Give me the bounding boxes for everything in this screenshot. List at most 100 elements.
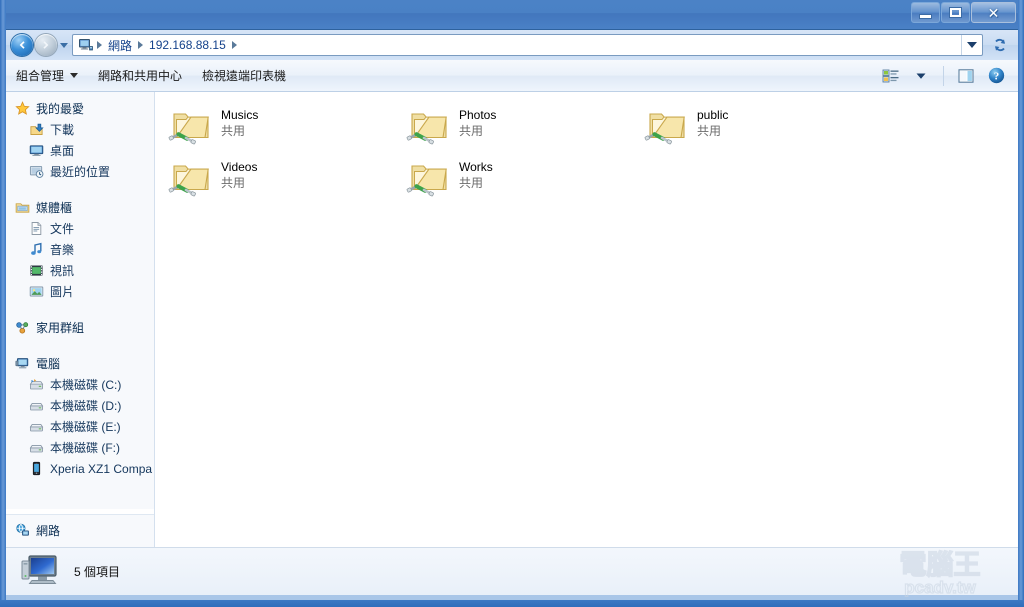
breadcrumb-separator[interactable]	[232, 41, 237, 49]
back-button[interactable]	[11, 34, 33, 56]
sidebar-label: 網路	[36, 522, 60, 539]
file-list-pane[interactable]: Musics 共用	[155, 92, 1018, 547]
back-arrow-icon	[16, 39, 28, 51]
computer-icon	[20, 553, 60, 591]
network-sharing-label: 網路和共用中心	[98, 67, 182, 84]
file-subtitle: 共用	[221, 124, 258, 140]
address-box[interactable]: 網路 192.168.88.15	[72, 34, 983, 56]
sidebar-item-homegroup[interactable]: 家用群組	[6, 317, 154, 338]
nav-group-favorites: 我的最愛 下載	[6, 98, 154, 182]
explorer-window: ✕	[0, 0, 1024, 607]
sidebar-item-xperia-device[interactable]: Xperia XZ1 Compa	[6, 458, 154, 479]
drive-icon	[28, 419, 44, 435]
shared-folder-icon	[643, 102, 691, 150]
organize-menu-button[interactable]: 組合管理	[6, 64, 88, 88]
downloads-icon	[28, 122, 44, 138]
file-meta: Photos 共用	[459, 102, 496, 140]
sidebar-item-libraries[interactable]: 媒體櫃	[6, 197, 154, 218]
sidebar-item-network[interactable]: 網路	[6, 520, 154, 541]
maximize-button[interactable]	[941, 2, 970, 23]
libraries-icon	[14, 200, 30, 216]
sidebar-item-favorites[interactable]: 我的最愛	[6, 98, 154, 119]
file-item-videos[interactable]: Videos 共用	[167, 152, 405, 204]
status-item-count: 5 個項目	[74, 563, 120, 580]
shared-folder-icon	[167, 102, 215, 150]
sidebar-item-downloads[interactable]: 下載	[6, 119, 154, 140]
navigation-pane[interactable]: 我的最愛 下載	[6, 92, 155, 547]
file-name: Videos	[221, 160, 257, 176]
window-border-left	[0, 0, 6, 607]
file-item-public[interactable]: public 共用	[643, 100, 881, 152]
navigation-buttons	[11, 34, 72, 56]
refresh-button[interactable]	[987, 33, 1013, 57]
sidebar-item-music[interactable]: 音樂	[6, 239, 154, 260]
window-border-bottom	[0, 600, 1024, 607]
chevron-down-icon	[916, 72, 926, 80]
shared-folder-icon	[405, 102, 453, 150]
icon-grid: Musics 共用	[167, 100, 1018, 204]
system-drive-icon	[28, 377, 44, 393]
sidebar-label: 本機磁碟 (E:)	[50, 418, 121, 435]
breadcrumb-separator[interactable]	[138, 41, 143, 49]
documents-icon	[28, 221, 44, 237]
nav-group-libraries: 媒體櫃 文件	[6, 197, 154, 302]
sidebar-label: 圖片	[50, 283, 74, 300]
file-meta: Works 共用	[459, 154, 493, 192]
history-dropdown-button[interactable]	[60, 43, 68, 48]
breadcrumb-separator[interactable]	[97, 41, 102, 49]
file-subtitle: 共用	[697, 124, 728, 140]
breadcrumb-item-network[interactable]: 網路	[105, 37, 135, 54]
sidebar-label: 視訊	[50, 262, 74, 279]
sidebar-item-computer[interactable]: 電腦	[6, 353, 154, 374]
forward-button[interactable]	[35, 34, 57, 56]
breadcrumb-item-host[interactable]: 192.168.88.15	[146, 38, 229, 52]
minimize-icon	[919, 14, 932, 19]
sidebar-label: 文件	[50, 220, 74, 237]
network-icon	[14, 523, 30, 539]
view-dropdown-button[interactable]	[907, 63, 935, 88]
sidebar-item-pictures[interactable]: 圖片	[6, 281, 154, 302]
sidebar-label: 家用群組	[36, 319, 84, 336]
view-mode-icon	[882, 68, 900, 84]
preview-pane-button[interactable]	[952, 63, 980, 88]
homegroup-icon	[14, 320, 30, 336]
organize-label: 組合管理	[16, 67, 64, 84]
star-icon	[14, 101, 30, 117]
file-name: public	[697, 108, 728, 124]
address-dropdown-button[interactable]	[961, 35, 982, 55]
sidebar-item-drive-c[interactable]: 本機磁碟 (C:)	[6, 374, 154, 395]
title-bar: ✕	[0, 0, 1024, 30]
nav-spacer	[6, 304, 154, 317]
file-item-musics[interactable]: Musics 共用	[167, 100, 405, 152]
sidebar-item-drive-e[interactable]: 本機磁碟 (E:)	[6, 416, 154, 437]
file-name: Photos	[459, 108, 496, 124]
sidebar-label: 電腦	[36, 355, 60, 372]
nav-spacer	[6, 340, 154, 353]
svg-text:?: ?	[993, 70, 999, 82]
view-remote-printers-button[interactable]: 檢視遠端印表機	[192, 64, 296, 88]
help-button[interactable]: ?	[982, 63, 1010, 88]
file-item-works[interactable]: Works 共用	[405, 152, 643, 204]
file-meta: public 共用	[697, 102, 728, 140]
sidebar-item-desktop[interactable]: 桌面	[6, 140, 154, 161]
sidebar-item-drive-f[interactable]: 本機磁碟 (F:)	[6, 437, 154, 458]
recent-places-icon	[28, 164, 44, 180]
minimize-button[interactable]	[911, 2, 940, 23]
sidebar-item-drive-d[interactable]: 本機磁碟 (D:)	[6, 395, 154, 416]
file-name: Works	[459, 160, 493, 176]
sidebar-item-recent-places[interactable]: 最近的位置	[6, 161, 154, 182]
change-view-button[interactable]	[877, 63, 905, 88]
sidebar-label: 媒體櫃	[36, 199, 72, 216]
network-computer-icon	[78, 37, 94, 53]
refresh-icon	[992, 37, 1008, 53]
file-name: Musics	[221, 108, 258, 124]
computer-icon	[14, 356, 30, 372]
sidebar-item-videos[interactable]: 視訊	[6, 260, 154, 281]
network-sharing-center-button[interactable]: 網路和共用中心	[88, 64, 192, 88]
sidebar-label: 本機磁碟 (C:)	[50, 376, 121, 393]
close-button[interactable]: ✕	[971, 2, 1016, 23]
sidebar-item-documents[interactable]: 文件	[6, 218, 154, 239]
file-item-photos[interactable]: Photos 共用	[405, 100, 643, 152]
sidebar-label: 我的最愛	[36, 100, 84, 117]
content-area: 我的最愛 下載	[6, 92, 1018, 547]
